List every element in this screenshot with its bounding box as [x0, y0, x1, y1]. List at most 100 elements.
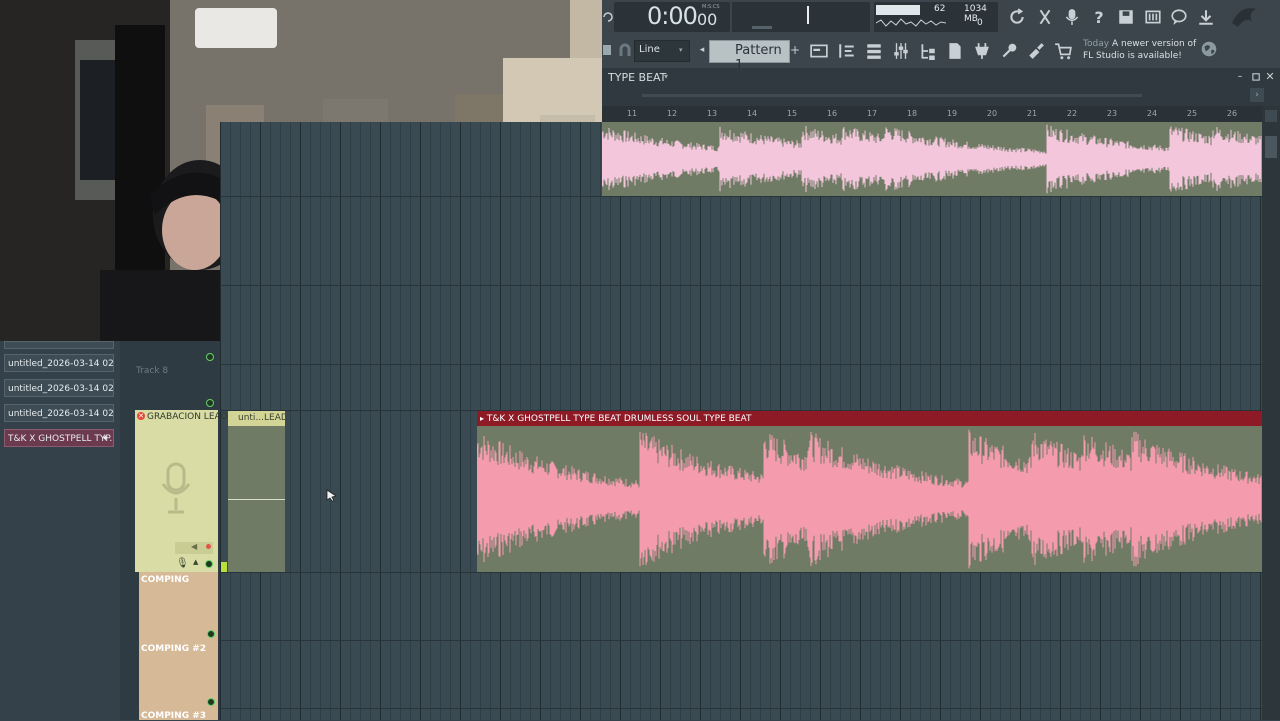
mic-tool-icon[interactable]: [998, 40, 1020, 62]
input-mic-icon[interactable]: 🎙: [176, 558, 189, 569]
pattern-select[interactable]: Pattern 1: [709, 40, 790, 73]
track-led[interactable]: [207, 630, 215, 638]
scroll-up-icon[interactable]: [1265, 110, 1277, 122]
snap-select[interactable]: Line ▾: [634, 40, 690, 62]
playlist-header: TYPE BEAT ▾ – ✕ ›: [602, 68, 1280, 106]
playlist-icon[interactable]: [808, 40, 830, 62]
cursor-icon: [326, 489, 337, 502]
chat-icon[interactable]: [1168, 6, 1190, 28]
browser-item-selected[interactable]: T&K X GHOSTPELL TYP... ✦: [4, 429, 114, 447]
recording-clip[interactable]: unti...LEAD: [228, 411, 285, 572]
main-clip-waveform: [477, 429, 1262, 569]
recording-clip-waveform: [228, 499, 285, 500]
ruler-tick: 13: [706, 109, 718, 118]
track-recording[interactable]: ✕ GRABACION LEAD ◀ 🎙 ▲: [135, 410, 228, 572]
track-controls[interactable]: ◀: [175, 542, 213, 554]
help-icon[interactable]: ?: [1088, 6, 1110, 28]
browser-tree-icon[interactable]: [917, 40, 939, 62]
browser-item[interactable]: untitled_2026-03-14 02-...: [4, 354, 114, 372]
song-position[interactable]: [732, 2, 870, 32]
mixer-icon[interactable]: [1142, 6, 1164, 28]
scroll-thumb[interactable]: [1265, 136, 1277, 158]
ruler-tick: 12: [666, 109, 678, 118]
browser-item[interactable]: untitled_2026-03-14 02-...: [4, 404, 114, 422]
main-clip-title: ▸ T&K X GHOSTPELL TYPE BEAT DRUMLESS SOU…: [477, 411, 1262, 426]
save-icon[interactable]: [1115, 6, 1137, 28]
record-arm-icon[interactable]: ✕: [137, 412, 145, 420]
track-headers: Track 8 ✕ GRABACION LEAD ◀ 🎙 ▲ COMPING C…: [120, 341, 228, 721]
globe-icon[interactable]: [1200, 40, 1218, 58]
ruler-tick: 16: [826, 109, 838, 118]
speaker-icon[interactable]: ◀: [191, 542, 197, 551]
audio-file-icon: ✦: [101, 434, 109, 444]
record-dot-icon[interactable]: [206, 544, 211, 549]
toolbar: 0:00 00 M:S:CS 62 1034 MB 0 ? Line ▾ ◂ P…: [602, 0, 1280, 73]
vertical-scrollbar[interactable]: [1262, 106, 1280, 720]
browser-item[interactable]: untitled_2026-03-14 02-...: [4, 379, 114, 397]
top-audio-clip[interactable]: [601, 122, 1262, 196]
title-chevron-icon[interactable]: ▾: [664, 72, 668, 81]
timeline-ruler[interactable]: 11 12 13 14 15 16 17 18 19 20 21 22 23 24 25 26: [602, 106, 1262, 122]
polyphony-value: 0: [977, 18, 983, 28]
plugin-icon[interactable]: [971, 40, 993, 62]
template-icon[interactable]: [944, 40, 966, 62]
horizontal-scrollbar[interactable]: [642, 94, 1142, 97]
news-line-2: FL Studio is available!: [1083, 51, 1182, 61]
channel-rack-icon[interactable]: [863, 40, 885, 62]
mixer-sliders-icon[interactable]: [890, 40, 912, 62]
row-divider: [220, 364, 1262, 365]
recording-clip-title: unti...LEAD: [228, 411, 285, 426]
cpu-graph: [876, 18, 946, 27]
time-centiseconds: 00: [697, 10, 718, 29]
ruler-tick: 25: [1186, 109, 1198, 118]
browser-panel: untitled_2026-03-14 02-... untitled_2026…: [0, 341, 120, 720]
time-display[interactable]: 0:00 00 M:S:CS: [614, 2, 730, 32]
row-divider: [220, 285, 1262, 286]
track-led[interactable]: [207, 698, 215, 706]
ruler-tick: 20: [986, 109, 998, 118]
track-led[interactable]: [205, 560, 213, 568]
cpu-bar: [876, 5, 920, 15]
track-led[interactable]: [206, 353, 214, 361]
ruler-tick: 23: [1106, 109, 1118, 118]
close-icon[interactable]: ✕: [1264, 70, 1276, 83]
scroll-right-icon[interactable]: ›: [1250, 88, 1264, 102]
ruler-tick: 18: [906, 109, 918, 118]
ruler-tick: 19: [946, 109, 958, 118]
snap-select-value: Line: [639, 44, 660, 55]
maximize-icon[interactable]: [1250, 70, 1262, 82]
track-name-comping: COMPING: [141, 575, 190, 585]
add-pattern-icon[interactable]: +: [790, 42, 800, 58]
main-audio-clip[interactable]: ▸ T&K X GHOSTPELL TYPE BEAT DRUMLESS SOU…: [477, 411, 1262, 572]
mic-icon[interactable]: [1061, 6, 1083, 28]
track-led[interactable]: [206, 399, 214, 407]
chevron-down-icon: ▾: [679, 46, 683, 54]
microphone-icon: [161, 462, 191, 514]
main-clip-label: T&K X GHOSTPELL TYPE BEAT DRUMLESS SOUL …: [486, 414, 752, 424]
download-icon[interactable]: [1195, 6, 1217, 28]
arrow-up-icon[interactable]: ▲: [193, 558, 198, 566]
snap-icon[interactable]: [602, 42, 612, 58]
transport-icon[interactable]: [602, 6, 614, 28]
cart-icon[interactable]: [1052, 40, 1074, 62]
cut-icon[interactable]: [1034, 6, 1056, 28]
brush-icon[interactable]: [1025, 40, 1047, 62]
clip-arrow-icon: ▸: [480, 414, 485, 423]
track-comping[interactable]: COMPING COMPING #2 COMPING #3: [139, 572, 218, 721]
loop-icon[interactable]: [1006, 6, 1028, 28]
minimize-icon[interactable]: –: [1234, 70, 1246, 82]
ruler-tick: 22: [1066, 109, 1078, 118]
news-line-1: A newer version of: [1112, 39, 1197, 49]
browser-item[interactable]: [4, 341, 114, 349]
track-name-8[interactable]: Track 8: [136, 366, 168, 376]
piano-roll-icon[interactable]: [836, 40, 858, 62]
row-divider: [220, 572, 1262, 573]
row-divider: [220, 708, 1262, 709]
magnet-icon[interactable]: [618, 42, 632, 58]
pattern-prev-icon[interactable]: ◂: [696, 42, 708, 58]
top-clip-waveform: [601, 124, 1262, 194]
row-divider: [220, 196, 1262, 197]
cpu-monitor: 62 1034 MB 0: [874, 2, 998, 32]
browser-item-label: T&K X GHOSTPELL TYP...: [8, 434, 114, 444]
position-marker[interactable]: [807, 6, 809, 24]
